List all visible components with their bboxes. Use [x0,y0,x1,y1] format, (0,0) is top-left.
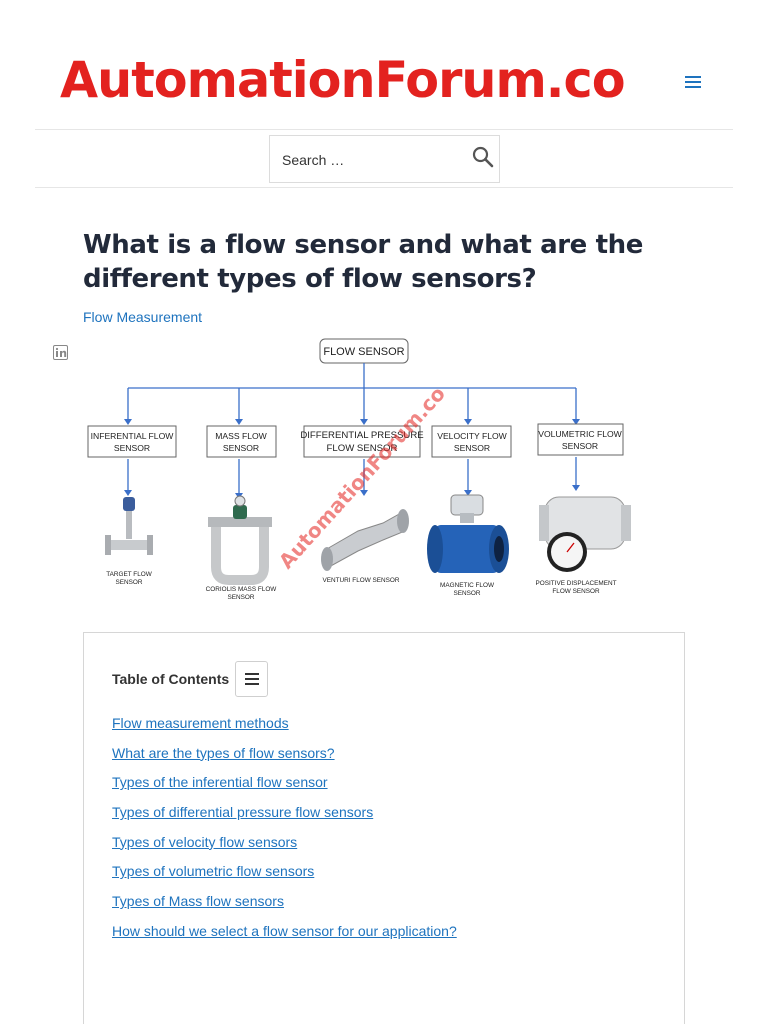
category-label-3-line-1: SENSOR [454,443,490,453]
device-label-4-line-0: POSITIVE DISPLACEMENT [536,580,617,587]
toc-list: Flow measurement methods What are the ty… [112,715,457,953]
device-label-2-line-0: VENTURI FLOW SENSOR [322,577,399,584]
toc-item: Types of volumetric flow sensors [112,863,457,893]
toc-link-select-flow-sensor[interactable]: How should we select a flow sensor for o… [112,923,457,939]
category-link[interactable]: Flow Measurement [83,309,202,325]
magnetic-flow-sensor-illustration [427,494,509,573]
toc-link-inferential-flow-sensor[interactable]: Types of the inferential flow sensor [112,774,328,790]
category-label-4-line-1: SENSOR [562,441,598,451]
linkedin-icon[interactable] [53,345,68,360]
root-label: FLOW SENSOR [323,346,404,358]
toc-title: Table of Contents [112,671,230,687]
toc-link-mass-flow-sensors[interactable]: Types of Mass flow sensors [112,893,284,909]
site-header: AutomationForum.co [0,0,768,130]
site-logo[interactable]: AutomationForum.co [60,50,626,110]
device-label-4-line-1: FLOW SENSOR [552,588,600,595]
toc-item: Types of the inferential flow sensor [112,774,457,804]
flow-sensor-diagram: FLOW SENSOR INFERENTIAL FLOW SENSOR MASS… [87,338,631,601]
category-label-1-line-1: SENSOR [223,443,259,453]
device-label-3-line-0: MAGNETIC FLOW [440,582,495,589]
device-label-1-line-1: SENSOR [228,594,255,601]
toc-item: Flow measurement methods [112,715,457,745]
search-input[interactable] [282,148,462,172]
toc-link-differential-pressure[interactable]: Types of differential pressure flow sens… [112,804,373,820]
toc-link-volumetric-flow-sensors[interactable]: Types of volumetric flow sensors [112,863,314,879]
toc-item: Types of differential pressure flow sens… [112,804,457,834]
toc-item: What are the types of flow sensors? [112,745,457,775]
table-of-contents: Table of Contents Flow measurement metho… [83,632,685,1024]
device-label-3-line-1: SENSOR [454,590,481,597]
list-toggle-icon[interactable] [235,661,268,697]
category-label-1-line-0: MASS FLOW [215,431,267,441]
search-form [269,135,500,183]
category-label-0-line-1: SENSOR [114,443,150,453]
device-label-0-line-0: TARGET FLOW [106,571,153,578]
article-title: What is a flow sensor and what are the d… [83,230,643,294]
toc-link-flow-measurement-methods[interactable]: Flow measurement methods [112,715,289,731]
positive-displacement-flow-sensor-illustration [539,496,631,572]
target-flow-sensor-illustration [105,497,153,555]
hamburger-menu-icon[interactable] [684,74,704,90]
device-label-1-line-0: CORIOLIS MASS FLOW [206,586,278,593]
coriolis-mass-flow-sensor-illustration [208,495,272,585]
category-label-4-line-0: VOLUMETRIC FLOW [538,429,622,439]
category-label-0-line-0: INFERENTIAL FLOW [91,431,175,441]
toc-link-types-of-flow-sensors[interactable]: What are the types of flow sensors? [112,745,335,761]
toc-item: Types of Mass flow sensors [112,893,457,923]
header-divider [35,129,733,130]
toc-item: Types of velocity flow sensors [112,834,457,864]
toc-link-velocity-flow-sensors[interactable]: Types of velocity flow sensors [112,834,297,850]
search-divider [35,187,733,188]
category-label-3-line-0: VELOCITY FLOW [437,431,507,441]
search-icon[interactable] [472,146,494,168]
device-label-0-line-1: SENSOR [116,579,143,586]
toc-item: How should we select a flow sensor for o… [112,923,457,953]
